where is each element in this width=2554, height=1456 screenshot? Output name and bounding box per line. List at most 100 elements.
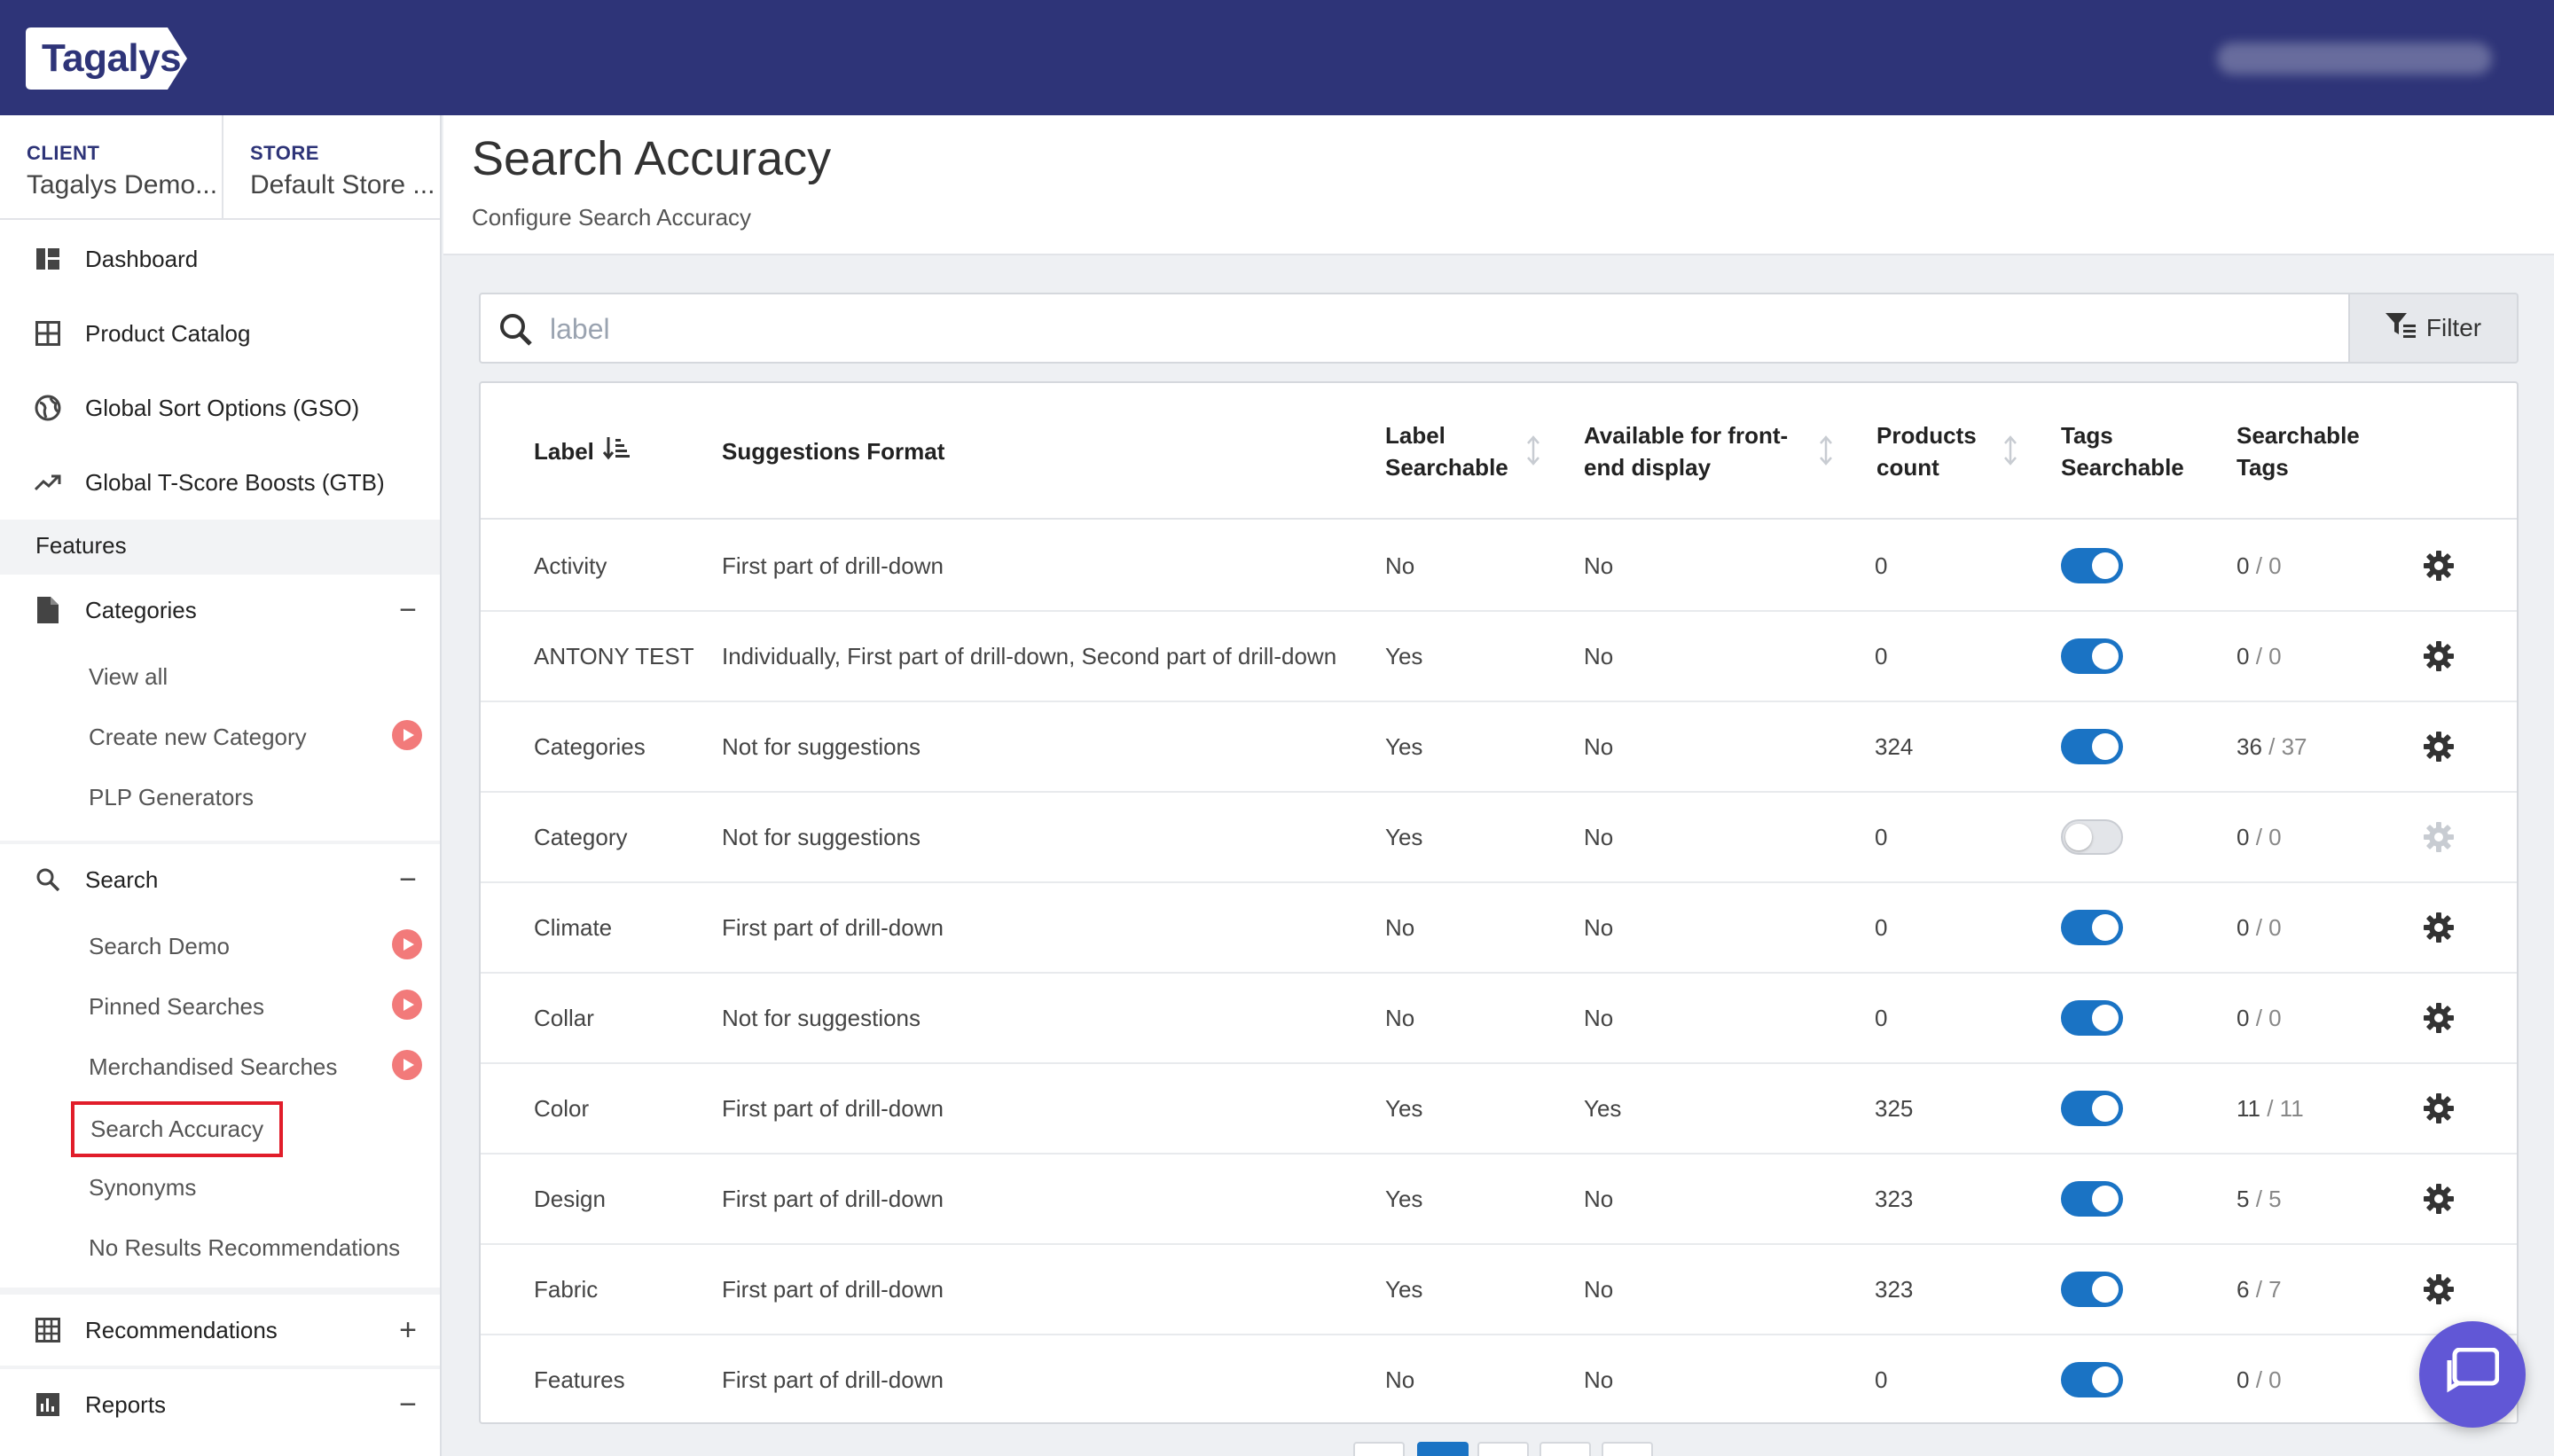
cell-searchable-tags: 0 / 0: [2237, 974, 2282, 1062]
gear-icon[interactable]: [2423, 550, 2455, 582]
client-selector[interactable]: CLIENT Tagalys Demo...: [27, 142, 222, 200]
cell-products-count: 0: [1875, 642, 1888, 669]
cell-products-count: 0: [1875, 1004, 1888, 1031]
total-tags-count: 0: [2268, 1366, 2282, 1393]
sidebar-subitem-search-demo[interactable]: Search Demo: [89, 933, 230, 960]
gear-icon[interactable]: [2423, 640, 2455, 672]
total-tags-count: 11: [2279, 1094, 2304, 1122]
recommendations-section: Recommendations +: [0, 1295, 440, 1366]
filter-button[interactable]: Filter: [2350, 293, 2519, 364]
cell-suggestions-format: First part of drill-down: [722, 552, 944, 579]
tags-separator: /: [2260, 1094, 2280, 1122]
sort-ascending-icon[interactable]: [602, 435, 630, 468]
collapse-icon[interactable]: −: [399, 863, 417, 897]
chat-support-button[interactable]: [2419, 1321, 2526, 1428]
gear-icon[interactable]: [2423, 912, 2455, 943]
column-header-text: Searchable: [1385, 454, 1508, 481]
tags-searchable-toggle[interactable]: [2061, 910, 2123, 945]
cell-searchable-tags: 0 / 0: [2237, 1335, 2282, 1422]
column-header-label[interactable]: Label: [534, 383, 630, 520]
tags-searchable-toggle[interactable]: [2061, 729, 2123, 764]
searchable-tags-count: 36: [2237, 732, 2262, 760]
cell-frontend-display: No: [1584, 1366, 1614, 1393]
sidebar-subitem-view-all[interactable]: View all: [89, 663, 168, 691]
search-bar: [479, 293, 2350, 364]
expand-icon[interactable]: +: [399, 1313, 417, 1348]
sidebar-item-categories[interactable]: Categories −: [0, 575, 440, 646]
categories-section: Categories − View all Create new Categor…: [0, 575, 440, 841]
video-play-icon[interactable]: [392, 720, 422, 750]
sort-icon[interactable]: [1525, 434, 1541, 471]
search-input[interactable]: [550, 307, 2235, 351]
sidebar-subitem-no-results-recommendations[interactable]: No Results Recommendations: [89, 1234, 400, 1262]
column-header-text: Products: [1876, 422, 1977, 449]
column-header-suggestions-format: Suggestions Format: [722, 383, 944, 520]
video-play-icon[interactable]: [392, 1050, 422, 1080]
table-row: Color First part of drill-down Yes Yes 325 11…: [481, 1064, 2517, 1155]
tags-separator: /: [2249, 913, 2269, 941]
searchable-tags-count: 6: [2237, 1275, 2250, 1303]
sidebar-subitem-merchandised-searches[interactable]: Merchandised Searches: [89, 1053, 337, 1081]
cell-frontend-display: No: [1584, 913, 1614, 941]
pagination-page-button[interactable]: [1477, 1442, 1529, 1456]
sidebar-item-label: Product Catalog: [85, 319, 251, 347]
features-heading: Features: [35, 532, 127, 559]
gear-icon[interactable]: [2423, 1092, 2455, 1124]
tags-searchable-toggle[interactable]: [2061, 1272, 2123, 1307]
pagination-page-button[interactable]: [1539, 1442, 1591, 1456]
sidebar-subitem-plp-generators[interactable]: PLP Generators: [89, 784, 254, 811]
sidebar-subitem-search-accuracy[interactable]: Search Accuracy: [71, 1101, 284, 1157]
user-account-menu[interactable]: [2217, 43, 2492, 74]
sort-icon[interactable]: [1818, 434, 1834, 471]
sidebar-subitem-create-category[interactable]: Create new Category: [89, 724, 307, 751]
sidebar-item-dashboard[interactable]: Dashboard: [0, 223, 440, 294]
store-selector[interactable]: STORE Default Store ...: [222, 115, 440, 218]
sidebar-item-search[interactable]: Search −: [0, 844, 440, 915]
sidebar-subitem-pinned-searches[interactable]: Pinned Searches: [89, 993, 264, 1021]
cell-frontend-display: No: [1584, 732, 1614, 760]
gear-icon[interactable]: [2423, 1183, 2455, 1215]
tagalys-logo[interactable]: Tagalys: [26, 27, 187, 90]
tags-searchable-toggle[interactable]: [2061, 638, 2123, 674]
sidebar-subitem-synonyms[interactable]: Synonyms: [89, 1174, 196, 1202]
sidebar-item-reports[interactable]: Reports −: [0, 1369, 440, 1440]
filter-icon: [2385, 312, 2416, 344]
pagination-next-button[interactable]: [1602, 1442, 1653, 1456]
tags-searchable-toggle[interactable]: [2061, 1091, 2123, 1126]
sidebar-item-gtb[interactable]: Global T-Score Boosts (GTB): [0, 447, 440, 518]
column-header-label-searchable[interactable]: Label Searchable: [1385, 383, 1545, 520]
cell-label: Design: [534, 1185, 606, 1212]
cell-frontend-display: No: [1584, 1185, 1614, 1212]
tags-searchable-toggle[interactable]: [2061, 1181, 2123, 1217]
sidebar-item-label: Dashboard: [85, 245, 199, 272]
gear-icon[interactable]: [2423, 731, 2455, 763]
column-header-text: end display: [1584, 454, 1712, 481]
tags-searchable-toggle[interactable]: [2061, 1362, 2123, 1397]
gear-icon[interactable]: [2423, 821, 2455, 853]
cell-products-count: 325: [1875, 1094, 1914, 1122]
total-tags-count: 7: [2268, 1275, 2282, 1303]
cell-label-searchable: Yes: [1385, 1185, 1423, 1212]
video-play-icon[interactable]: [392, 990, 422, 1020]
tags-searchable-toggle[interactable]: [2061, 548, 2123, 583]
sort-icon[interactable]: [2002, 434, 2018, 471]
cell-products-count: 323: [1875, 1275, 1914, 1303]
column-header-products-count[interactable]: Products count: [1876, 383, 2010, 520]
video-play-icon[interactable]: [392, 929, 422, 959]
tags-searchable-toggle[interactable]: [2061, 819, 2123, 855]
sidebar-item-gso[interactable]: Global Sort Options (GSO): [0, 372, 440, 443]
pagination-prev-button[interactable]: [1353, 1442, 1405, 1456]
gear-icon[interactable]: [2423, 1273, 2455, 1305]
collapse-icon[interactable]: −: [399, 593, 417, 628]
gear-icon[interactable]: [2423, 1002, 2455, 1034]
collapse-icon[interactable]: −: [399, 1388, 417, 1422]
tags-searchable-toggle[interactable]: [2061, 1000, 2123, 1036]
tags-separator: /: [2249, 1004, 2269, 1031]
sidebar-item-product-catalog[interactable]: Product Catalog: [0, 298, 440, 369]
cell-searchable-tags: 0 / 0: [2237, 793, 2282, 881]
column-header-frontend-display[interactable]: Available for front-end display: [1584, 383, 1814, 520]
cell-label-searchable: No: [1385, 552, 1415, 579]
sidebar-item-recommendations[interactable]: Recommendations +: [0, 1295, 440, 1366]
sidebar-item-label: Global T-Score Boosts (GTB): [85, 468, 385, 496]
pagination-page-button[interactable]: [1417, 1442, 1469, 1456]
